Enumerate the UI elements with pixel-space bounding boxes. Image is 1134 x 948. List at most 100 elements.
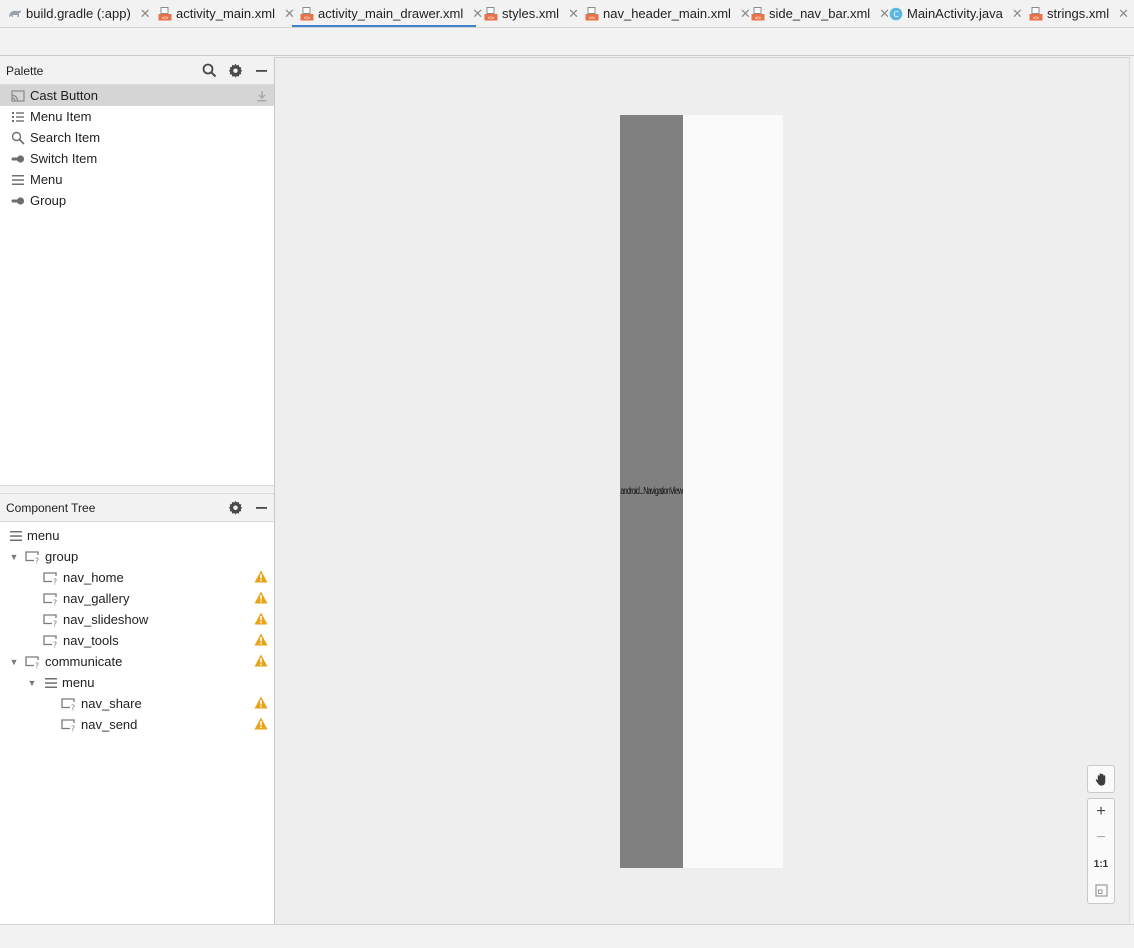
svg-text:<>: <> (304, 15, 311, 21)
warning-icon[interactable] (254, 633, 268, 646)
warning-icon[interactable] (254, 591, 268, 604)
tree-node-label: menu (62, 675, 95, 690)
navigation-view-preview[interactable]: android...NavigationView (620, 115, 683, 868)
unknown-view-icon: ? (61, 697, 75, 711)
tree-node-label: communicate (45, 654, 123, 669)
tab-label: build.gradle (:app) (26, 6, 131, 21)
tab-build-gradle[interactable]: build.gradle (:app) ✕ (0, 0, 151, 27)
layout-xml-icon: <> (158, 6, 172, 21)
palette-item-switch-item[interactable]: Switch Item (0, 148, 274, 169)
tree-node-nav-send[interactable]: ? nav_send (0, 714, 274, 735)
svg-text:?: ? (53, 619, 57, 627)
tree-node-menu[interactable]: menu (0, 525, 274, 546)
svg-text:?: ? (53, 598, 57, 606)
tree-node-communicate[interactable]: ▼ ? communicate (0, 651, 274, 672)
tree-node-nav-home[interactable]: ? nav_home (0, 567, 274, 588)
tree-node-label: nav_send (81, 717, 138, 732)
tree-node-nav-share[interactable]: ? nav_share (0, 693, 274, 714)
minimize-icon[interactable] (248, 58, 274, 84)
tree-node-label: menu (27, 528, 60, 543)
palette-item-cast-button[interactable]: Cast Button (0, 85, 274, 106)
tab-label: strings.xml (1047, 6, 1110, 21)
tab-label: activity_main.xml (176, 6, 275, 21)
vertical-scrollbar[interactable] (1129, 57, 1134, 924)
tree-node-group[interactable]: ▼ ? group (0, 546, 274, 567)
editor-tab-bar: build.gradle (:app) ✕ <> activity_main.x… (0, 0, 1134, 28)
search-icon[interactable] (196, 58, 222, 84)
tab-strings[interactable]: <> strings.xml ✕ (1021, 0, 1134, 27)
tab-side-nav-bar[interactable]: <> side_nav_bar.xml ✕ (743, 0, 890, 27)
svg-text:<>: <> (755, 15, 762, 21)
svg-text:?: ? (53, 577, 57, 585)
left-panel: Palette Cast Button Menu Item Search Ite… (0, 57, 275, 924)
palette-item-label: Group (30, 193, 67, 208)
svg-text:<>: <> (162, 15, 169, 21)
tab-label: styles.xml (502, 6, 560, 21)
menu-icon (12, 174, 24, 185)
switch-icon (11, 196, 25, 205)
list-icon (12, 111, 24, 122)
warning-icon[interactable] (254, 612, 268, 625)
svg-text:<>: <> (1033, 15, 1040, 21)
unknown-view-icon: ? (43, 571, 57, 585)
palette-item-label: Menu Item (30, 109, 92, 124)
expand-arrow-icon[interactable]: ▼ (9, 552, 19, 562)
palette-header: Palette (0, 57, 274, 85)
expand-arrow-icon[interactable]: ▼ (9, 657, 19, 667)
tree-node-label: nav_slideshow (63, 612, 149, 627)
close-icon[interactable]: ✕ (1118, 7, 1129, 20)
hand-icon[interactable] (1088, 766, 1114, 792)
layout-xml-icon: <> (300, 6, 314, 21)
download-icon[interactable] (256, 90, 268, 102)
tab-nav-header-main[interactable]: <> nav_header_main.xml ✕ (577, 0, 751, 27)
fit-screen-icon[interactable] (1088, 877, 1114, 903)
design-surface[interactable]: android...NavigationView + − 1:1 (275, 57, 1129, 924)
unknown-view-icon: ? (43, 613, 57, 627)
unknown-view-icon: ? (61, 718, 75, 732)
unknown-view-icon: ? (43, 634, 57, 648)
gear-icon[interactable] (222, 495, 248, 521)
tree-node-nav-slideshow[interactable]: ? nav_slideshow (0, 609, 274, 630)
tree-node-submenu[interactable]: ▼ menu (0, 672, 274, 693)
palette-item-menu-item[interactable]: Menu Item (0, 106, 274, 127)
tab-main-activity[interactable]: C MainActivity.java ✕ (881, 0, 1023, 27)
zoom-controls: + − 1:1 (1087, 798, 1115, 904)
search-icon (11, 131, 25, 145)
tree-node-nav-tools[interactable]: ? nav_tools (0, 630, 274, 651)
navigation-view-label: android...NavigationView (620, 486, 683, 497)
svg-text:<>: <> (589, 15, 596, 21)
tree-node-label: nav_tools (63, 633, 119, 648)
component-tree: menu ▼ ? group ? nav_home ? nav_gallery … (0, 522, 274, 735)
device-preview[interactable]: android...NavigationView (620, 115, 783, 868)
menu-icon (45, 677, 57, 688)
svg-text:?: ? (35, 661, 39, 669)
palette-item-group[interactable]: Group (0, 190, 274, 211)
palette-item-label: Menu (30, 172, 63, 187)
tab-activity-main-drawer[interactable]: <> activity_main_drawer.xml ✕ (292, 0, 483, 27)
palette-item-menu[interactable]: Menu (0, 169, 274, 190)
tree-node-label: nav_home (63, 570, 124, 585)
tab-label: activity_main_drawer.xml (318, 6, 464, 21)
tab-activity-main[interactable]: <> activity_main.xml ✕ (150, 0, 295, 27)
actual-size-button[interactable]: 1:1 (1088, 851, 1114, 877)
warning-icon[interactable] (254, 570, 268, 583)
zoom-out-button[interactable]: − (1088, 825, 1114, 851)
svg-text:C: C (893, 10, 899, 19)
warning-icon[interactable] (254, 654, 268, 667)
warning-icon[interactable] (254, 696, 268, 709)
zoom-in-button[interactable]: + (1088, 799, 1114, 825)
tab-styles[interactable]: <> styles.xml ✕ (476, 0, 579, 27)
palette-item-search-item[interactable]: Search Item (0, 127, 274, 148)
svg-text:?: ? (35, 556, 39, 564)
layout-xml-icon: <> (751, 6, 765, 21)
gear-icon[interactable] (222, 58, 248, 84)
unknown-view-icon: ? (25, 550, 39, 564)
minimize-icon[interactable] (248, 495, 274, 521)
layout-xml-icon: <> (585, 6, 599, 21)
expand-arrow-icon[interactable]: ▼ (27, 678, 37, 688)
warning-icon[interactable] (254, 717, 268, 730)
tree-node-nav-gallery[interactable]: ? nav_gallery (0, 588, 274, 609)
panel-splitter[interactable] (0, 485, 274, 494)
pan-tool (1087, 765, 1115, 793)
tree-node-label: nav_share (81, 696, 142, 711)
